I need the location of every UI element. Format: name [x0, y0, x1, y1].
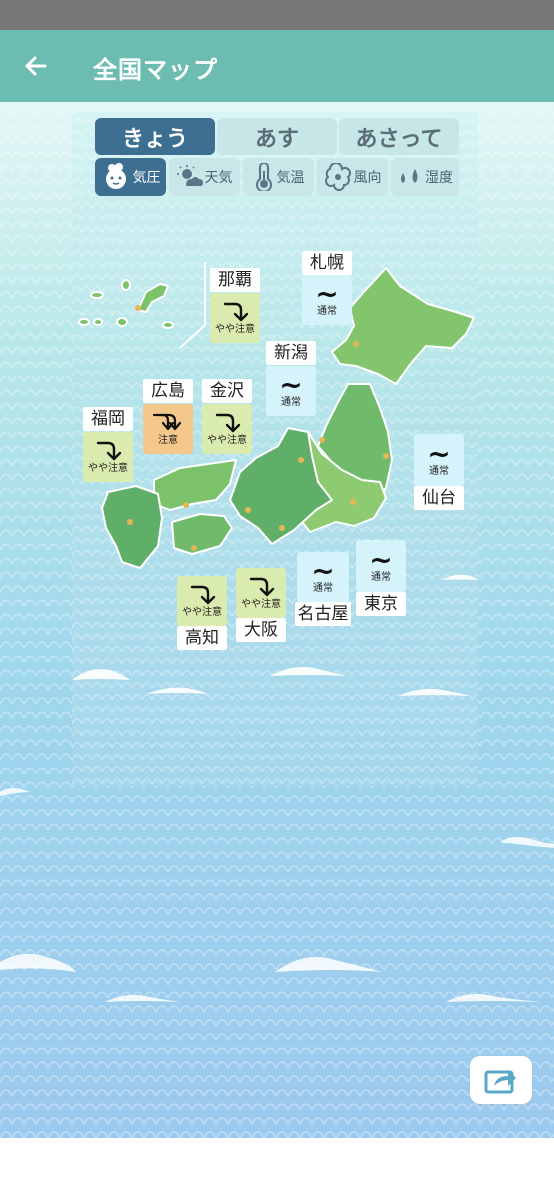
- arrow-left-icon: [25, 56, 47, 76]
- tab-pressure-label: 気圧: [132, 170, 161, 186]
- panel-waves: [72, 574, 478, 696]
- city-label-hiroshima: 広島: [143, 379, 193, 403]
- tab-temperature[interactable]: 気温: [243, 158, 314, 196]
- page-title: 全国マップ: [93, 56, 218, 84]
- status-card-naha[interactable]: やや注意: [210, 293, 260, 343]
- status-text-sapporo: 通常: [317, 306, 337, 317]
- status-text-kanazawa: やや注意: [207, 435, 247, 446]
- tab-weather[interactable]: 天気: [169, 158, 240, 196]
- status-text-fukuoka: やや注意: [88, 463, 128, 474]
- status-text-niigata: 通常: [281, 397, 301, 408]
- tab-tomorrow[interactable]: あす: [217, 118, 337, 155]
- arrow-down-right-icon: [215, 413, 241, 433]
- status-card-sendai[interactable]: ~ 通常: [414, 434, 464, 486]
- status-bar: [0, 0, 554, 30]
- tab-temperature-label: 気温: [276, 170, 305, 186]
- share-icon: [484, 1070, 516, 1094]
- status-text-naha: やや注意: [215, 324, 255, 335]
- city-label-sapporo: 札幌: [302, 251, 352, 275]
- tab-today[interactable]: きょう: [95, 118, 215, 155]
- status-text-hiroshima: 注意: [158, 435, 178, 446]
- arrow-down-right-icon: [223, 302, 249, 322]
- sun-cloud-icon: [176, 165, 203, 186]
- status-card-hiroshima[interactable]: 注意: [143, 404, 193, 454]
- app-bar: 全国マップ: [0, 30, 554, 102]
- arrow-down-right-icon: [96, 441, 122, 461]
- tab-day-after-tomorrow[interactable]: あさって: [339, 118, 459, 155]
- city-label-niigata: 新潟: [266, 341, 316, 365]
- tab-wind[interactable]: 風向: [317, 158, 388, 196]
- thermometer-icon: [255, 163, 272, 191]
- back-button[interactable]: [14, 46, 58, 86]
- status-card-kanazawa[interactable]: やや注意: [202, 404, 252, 454]
- status-text-sendai: 通常: [429, 466, 449, 477]
- city-label-sendai: 仙台: [414, 486, 464, 510]
- bottom-area: [0, 1138, 554, 1200]
- wind-icon: [324, 163, 351, 191]
- tab-pressure[interactable]: 気圧: [95, 158, 166, 196]
- mascot-icon: [105, 163, 126, 189]
- status-card-sapporo[interactable]: ~ 通常: [302, 275, 352, 325]
- double-arrow-down-icon: [152, 413, 182, 431]
- city-label-kanazawa: 金沢: [202, 379, 252, 403]
- status-card-fukuoka[interactable]: やや注意: [83, 432, 133, 482]
- share-button[interactable]: [470, 1056, 532, 1104]
- tab-humidity[interactable]: 湿度: [391, 158, 459, 196]
- tilde-icon: ~: [427, 437, 451, 470]
- tab-humidity-label: 湿度: [425, 170, 453, 186]
- tab-wind-label: 風向: [353, 170, 382, 186]
- tilde-icon: ~: [279, 368, 303, 401]
- tilde-icon: ~: [315, 277, 339, 310]
- status-card-niigata[interactable]: ~ 通常: [266, 366, 316, 416]
- japan-map: [78, 262, 475, 569]
- droplets-icon: [401, 169, 418, 183]
- tab-weather-label: 天気: [204, 170, 233, 186]
- city-label-fukuoka: 福岡: [83, 407, 133, 431]
- city-label-naha: 那覇: [210, 268, 260, 292]
